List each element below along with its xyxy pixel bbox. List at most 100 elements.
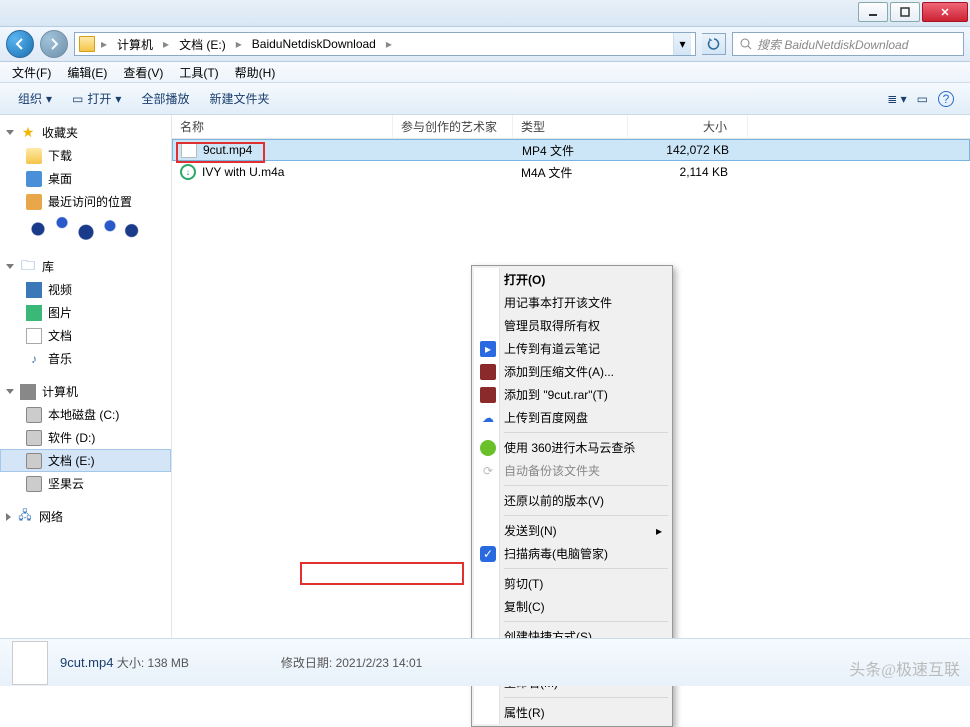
computer-icon [20, 384, 36, 400]
details-file-icon [12, 641, 48, 685]
search-icon [739, 37, 753, 51]
sidebar-item-downloads[interactable]: 下载 [0, 144, 171, 167]
view-options-button[interactable]: ≣ ▾ [887, 92, 906, 106]
sidebar-item-video[interactable]: 视频 [0, 278, 171, 301]
ctx-send-to[interactable]: 发送到(N)▸ [474, 519, 670, 542]
column-size[interactable]: 大小 [628, 115, 748, 138]
sidebar-libraries-head[interactable]: 🗀库 [0, 255, 171, 278]
sidebar-favorites-head[interactable]: ★收藏夹 [0, 121, 171, 144]
rar-icon [480, 387, 496, 403]
youdao-icon: ▸ [480, 341, 496, 357]
sidebar-network-head[interactable]: 🖧网络 [0, 505, 171, 528]
column-name[interactable]: 名称 [172, 115, 393, 138]
search-placeholder: 搜索 BaiduNetdiskDownload [757, 36, 908, 53]
forward-button[interactable] [40, 30, 68, 58]
backup-icon: ⟳ [480, 463, 496, 479]
details-filename: 9cut.mp4 [60, 655, 113, 670]
sidebar-item-jianguo[interactable]: 坚果云 [0, 472, 171, 495]
file-row-selected[interactable]: 9cut.mp4 MP4 文件 142,072 KB [172, 139, 970, 161]
back-button[interactable] [6, 30, 34, 58]
details-modified-value: 2021/2/23 14:01 [336, 656, 423, 670]
address-bar[interactable]: ▸ 计算机 ▸ 文档 (E:) ▸ BaiduNetdiskDownload ▸… [74, 32, 696, 56]
network-icon: 🖧 [17, 509, 33, 525]
organize-button[interactable]: 组织 ▾ [8, 86, 62, 111]
rar-icon [480, 364, 496, 380]
drive-icon [26, 453, 42, 469]
breadcrumb[interactable]: 文档 (E:) [175, 34, 230, 55]
sidebar-item-recent[interactable]: 最近访问的位置 [0, 190, 171, 213]
menu-view[interactable]: 查看(V) [115, 62, 171, 83]
drive-icon [26, 430, 42, 446]
address-bar-row: ▸ 计算机 ▸ 文档 (E:) ▸ BaiduNetdiskDownload ▸… [0, 27, 970, 62]
documents-icon [26, 328, 42, 344]
ctx-open[interactable]: 打开(O) [474, 268, 670, 291]
column-artist[interactable]: 参与创作的艺术家 [393, 115, 513, 138]
ctx-add-zip[interactable]: 添加到压缩文件(A)... [474, 360, 670, 383]
ctx-upload-youdao[interactable]: ▸上传到有道云笔记 [474, 337, 670, 360]
watermark: 头条@极速互联 [849, 656, 960, 680]
minimize-button[interactable] [858, 2, 888, 22]
baidu-icon: ☁ [480, 410, 496, 426]
library-icon: 🗀 [20, 259, 36, 275]
menu-tools[interactable]: 工具(T) [171, 62, 226, 83]
column-type[interactable]: 类型 [513, 115, 628, 138]
breadcrumb[interactable]: BaiduNetdiskDownload [248, 35, 380, 53]
ctx-scan-virus[interactable]: ✓扫描病毒(电脑管家) [474, 542, 670, 565]
help-button[interactable]: ? [938, 91, 954, 107]
ctx-properties[interactable]: 属性(R) [474, 701, 670, 724]
sidebar-item-music[interactable]: ♪音乐 [0, 347, 171, 370]
sidebar-item-drive-e[interactable]: 文档 (E:) [0, 449, 171, 472]
shield-icon: ✓ [480, 546, 496, 562]
close-button[interactable] [922, 2, 968, 22]
downloads-icon [26, 148, 42, 164]
file-list: 名称 参与创作的艺术家 类型 大小 9cut.mp4 MP4 文件 142,07… [172, 115, 970, 657]
ctx-upload-baidu[interactable]: ☁上传到百度网盘 [474, 406, 670, 429]
ctx-add-rar[interactable]: 添加到 "9cut.rar"(T) [474, 383, 670, 406]
search-input[interactable]: 搜索 BaiduNetdiskDownload [732, 32, 964, 56]
menubar: 文件(F) 编辑(E) 查看(V) 工具(T) 帮助(H) [0, 62, 970, 83]
sidebar-item-desktop[interactable]: 桌面 [0, 167, 171, 190]
ctx-open-notepad[interactable]: 用记事本打开该文件 [474, 291, 670, 314]
ctx-cut[interactable]: 剪切(T) [474, 572, 670, 595]
menu-edit[interactable]: 编辑(E) [59, 62, 115, 83]
music-icon: ♪ [26, 351, 42, 367]
open-button[interactable]: ▭ 打开 ▾ [62, 86, 131, 111]
column-headers: 名称 参与创作的艺术家 类型 大小 [172, 115, 970, 139]
file-icon [181, 142, 197, 158]
pictures-icon [26, 305, 42, 321]
play-all-button[interactable]: 全部播放 [131, 86, 199, 111]
sidebar-item-pictures[interactable]: 图片 [0, 301, 171, 324]
sidebar: ★收藏夹 下载 桌面 最近访问的位置 🗀库 视频 图片 文档 ♪音乐 计算机 本… [0, 115, 172, 657]
sidebar-item-drive-c[interactable]: 本地磁盘 (C:) [0, 403, 171, 426]
details-modified-label: 修改日期: [281, 656, 332, 670]
maximize-button[interactable] [890, 2, 920, 22]
sidebar-item-drive-d[interactable]: 软件 (D:) [0, 426, 171, 449]
menu-help[interactable]: 帮助(H) [227, 62, 284, 83]
drive-icon [26, 476, 42, 492]
new-folder-button[interactable]: 新建文件夹 [199, 86, 279, 111]
star-icon: ★ [20, 125, 36, 141]
address-dropdown[interactable]: ▾ [673, 33, 691, 55]
ctx-admin-own[interactable]: 管理员取得所有权 [474, 314, 670, 337]
drive-icon [26, 407, 42, 423]
video-icon [26, 282, 42, 298]
refresh-button[interactable] [702, 33, 726, 55]
menu-file[interactable]: 文件(F) [4, 62, 59, 83]
ctx-restore-version[interactable]: 还原以前的版本(V) [474, 489, 670, 512]
titlebar [0, 0, 970, 27]
ctx-scan-360[interactable]: 使用 360进行木马云查杀 [474, 436, 670, 459]
details-pane: 9cut.mp4 大小: 138 MB 修改日期: 2021/2/23 14:0… [0, 638, 970, 686]
ctx-autobackup: ⟳自动备份该文件夹 [474, 459, 670, 482]
preview-pane-button[interactable]: ▭ [917, 92, 928, 106]
desktop-icon [26, 171, 42, 187]
breadcrumb[interactable]: 计算机 [113, 34, 157, 55]
audio-icon: ↓ [180, 164, 196, 180]
folder-icon [79, 36, 95, 52]
sidebar-item-documents[interactable]: 文档 [0, 324, 171, 347]
toolbar: 组织 ▾ ▭ 打开 ▾ 全部播放 新建文件夹 ≣ ▾ ▭ ? [0, 83, 970, 115]
360-icon [480, 440, 496, 456]
recent-icon [26, 194, 42, 210]
sidebar-computer-head[interactable]: 计算机 [0, 380, 171, 403]
ctx-copy[interactable]: 复制(C) [474, 595, 670, 618]
file-row[interactable]: ↓IVY with U.m4a M4A 文件 2,114 KB [172, 161, 970, 183]
